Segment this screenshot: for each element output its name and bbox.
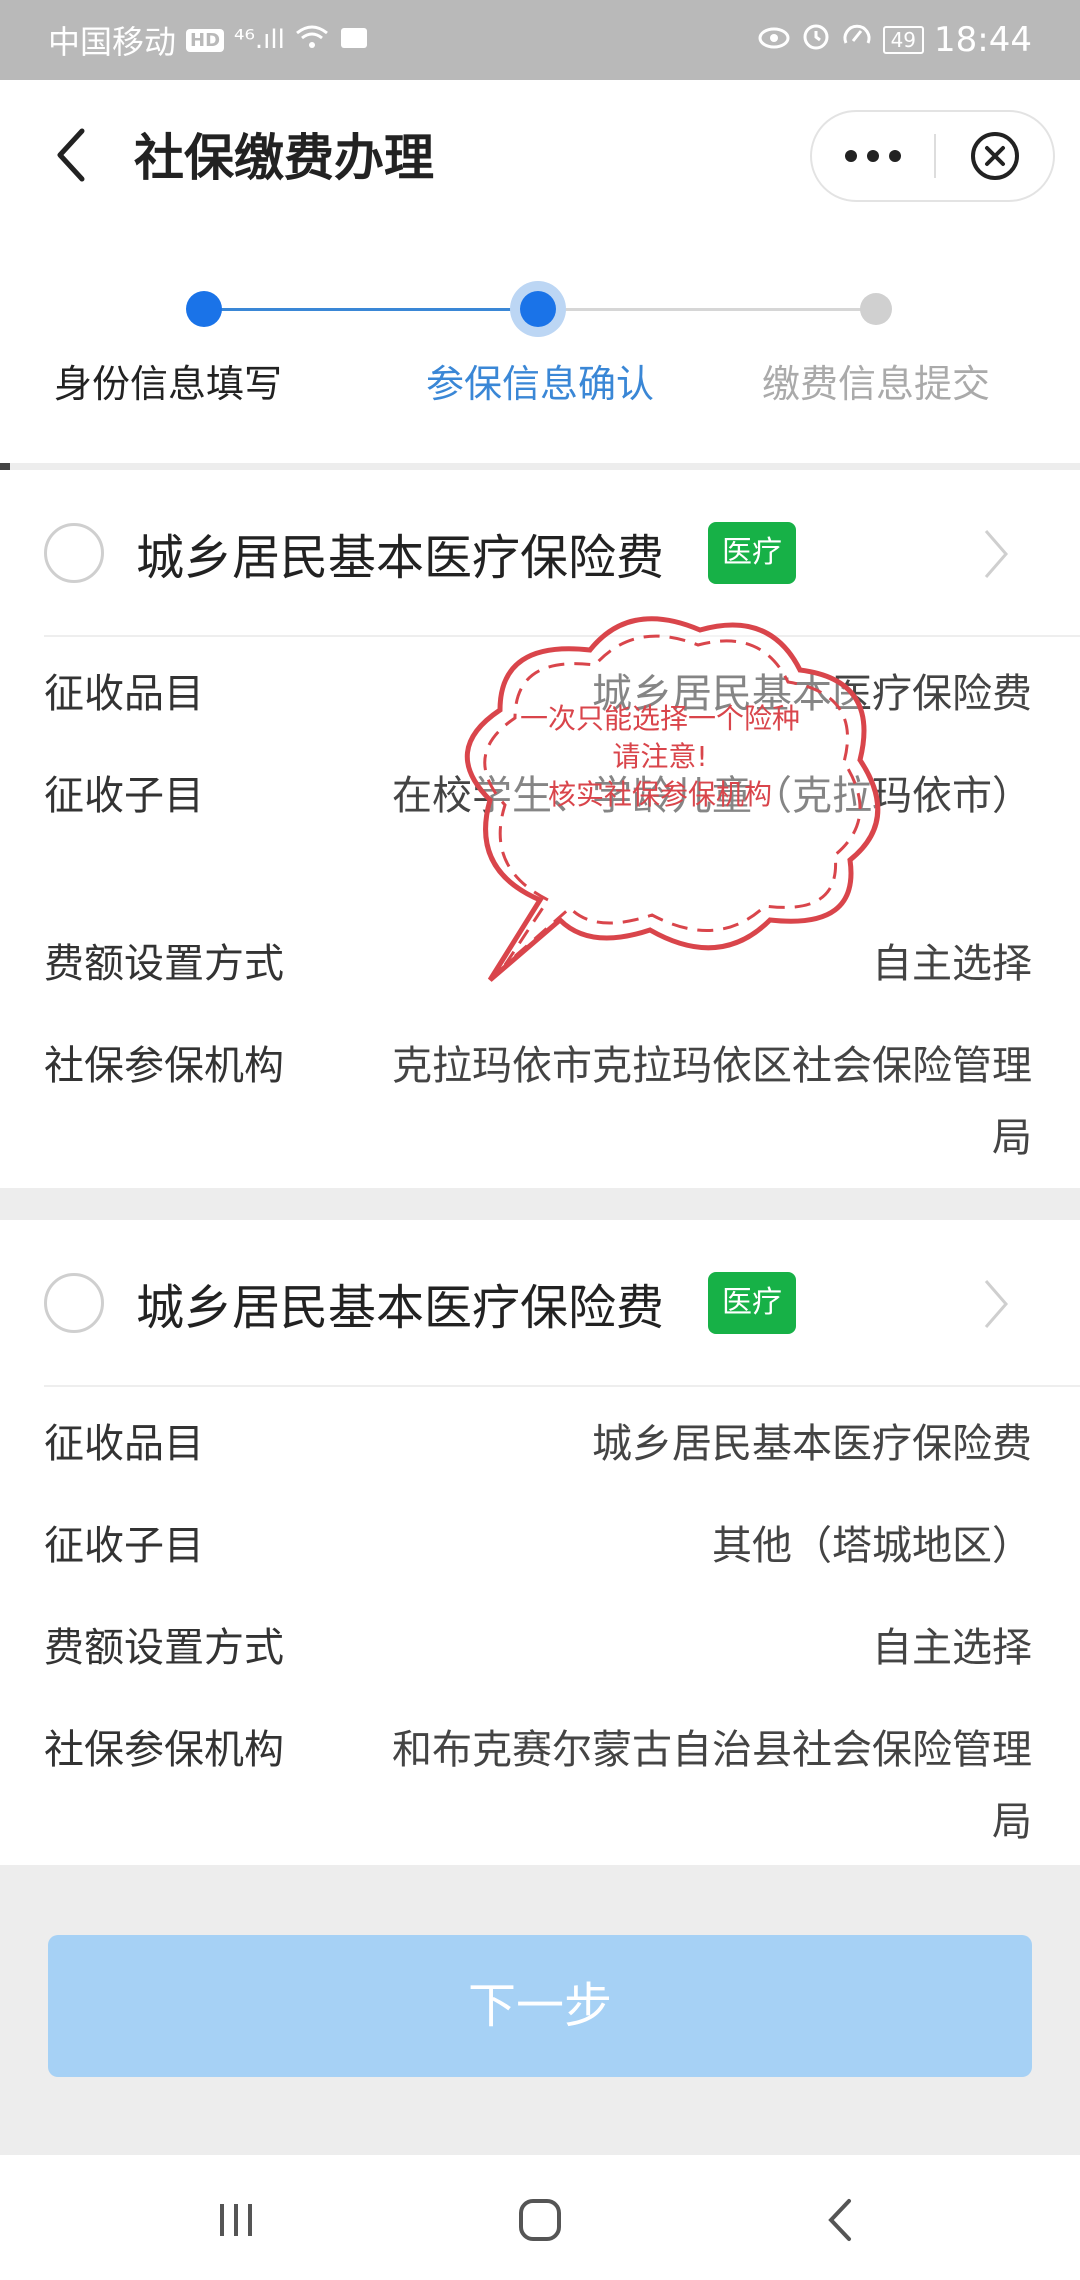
annotation-text: 一次只能选择一个险种 请注意! 核实社保参保机构 [519, 702, 800, 811]
row-value: 和布克赛尔蒙古自治县社会保险管理局 [392, 1727, 1032, 1845]
row-value: 自主选择 [872, 941, 1032, 987]
progress-steps: 身份信息填写 参保信息确认 缴费信息提交 [0, 225, 1080, 463]
status-bar: 中国移动 HD ⁴⁶.ıll 49 18:44 [0, 0, 1080, 80]
row-label: 征收子目 [44, 1523, 204, 1569]
signal-icon: ⁴⁶.ıll [234, 25, 285, 55]
wifi-icon [295, 23, 329, 58]
step-label-1: 身份信息填写 [54, 362, 283, 406]
mini-program-capsule [810, 110, 1055, 202]
message-icon [339, 21, 369, 59]
close-circle-icon [970, 132, 1019, 180]
chevron-right-icon[interactable] [978, 525, 1018, 585]
more-dots-icon [845, 150, 857, 162]
row-value: 其他（塔城地区） [712, 1523, 1032, 1569]
clock-time: 18:44 [934, 20, 1032, 60]
category-tag: 医疗 [708, 1272, 796, 1334]
nav-bar: 社保缴费办理 [0, 80, 1080, 225]
row-label: 社保参保机构 [44, 1043, 284, 1089]
back-icon [828, 2199, 851, 2241]
more-button[interactable] [812, 112, 934, 200]
row-label: 征收品目 [44, 671, 204, 717]
category-tag: 医疗 [708, 522, 796, 584]
chevron-left-icon [57, 128, 85, 182]
chevron-right-icon[interactable] [978, 1275, 1018, 1335]
close-mini-program-button[interactable] [936, 112, 1053, 200]
page-title: 社保缴费办理 [134, 129, 434, 187]
card-title: 城乡居民基本医疗保险费 [136, 530, 665, 586]
select-radio[interactable] [44, 1273, 104, 1333]
step-label-2: 参保信息确认 [425, 362, 654, 406]
row-value: 克拉玛依市克拉玛依区社会保险管理局 [392, 1043, 1032, 1161]
row-label: 征收品目 [44, 1421, 204, 1467]
row-label: 征收子目 [44, 773, 204, 819]
card-title: 城乡居民基本医疗保险费 [136, 1280, 665, 1336]
system-navigation-bar [0, 2155, 1080, 2280]
system-back-button[interactable] [800, 2180, 880, 2260]
card-header[interactable]: 城乡居民基本医疗保险费 医疗 [0, 1220, 1080, 1385]
divider [44, 1385, 1080, 1387]
home-icon [519, 2199, 561, 2241]
row-value: 自主选择 [872, 1625, 1032, 1671]
home-button[interactable] [500, 2180, 580, 2260]
row-label: 费额设置方式 [44, 1625, 284, 1671]
insurance-card-2[interactable]: 城乡居民基本医疗保险费 医疗 征收品目 城乡居民基本医疗保险费 征收子目 其他（… [0, 1220, 1080, 1865]
next-step-button[interactable]: 下一步 [48, 1935, 1032, 2077]
recent-apps-button[interactable] [196, 2180, 276, 2260]
carrier-name: 中国移动 [48, 23, 177, 61]
step-dot-3 [860, 293, 892, 325]
sync-icon [841, 21, 873, 59]
step-connector-done [204, 308, 538, 311]
step-label-3: 缴费信息提交 [761, 362, 990, 406]
hd-badge: HD [186, 28, 225, 52]
insurance-card-1[interactable]: 城乡居民基本医疗保险费 医疗 征收品目 城乡居民基本医疗保险费 征收子目 在校学… [0, 470, 1080, 1188]
row-label: 费额设置方式 [44, 941, 284, 987]
step-connector-pending [538, 308, 876, 311]
row-label: 社保参保机构 [44, 1727, 284, 1773]
step-dot-1 [186, 291, 222, 327]
alarm-icon [801, 21, 831, 59]
step-dot-2 [510, 281, 566, 337]
eye-icon [757, 21, 791, 59]
recent-apps-icon [220, 2204, 252, 2236]
back-button[interactable] [40, 120, 100, 190]
divider [44, 635, 1080, 637]
card-header[interactable]: 城乡居民基本医疗保险费 医疗 [0, 470, 1080, 635]
row-value: 城乡居民基本医疗保险费 [592, 1421, 1032, 1467]
footer: 下一步 [0, 1865, 1080, 2155]
battery-icon: 49 [882, 26, 925, 54]
select-radio[interactable] [44, 523, 104, 583]
